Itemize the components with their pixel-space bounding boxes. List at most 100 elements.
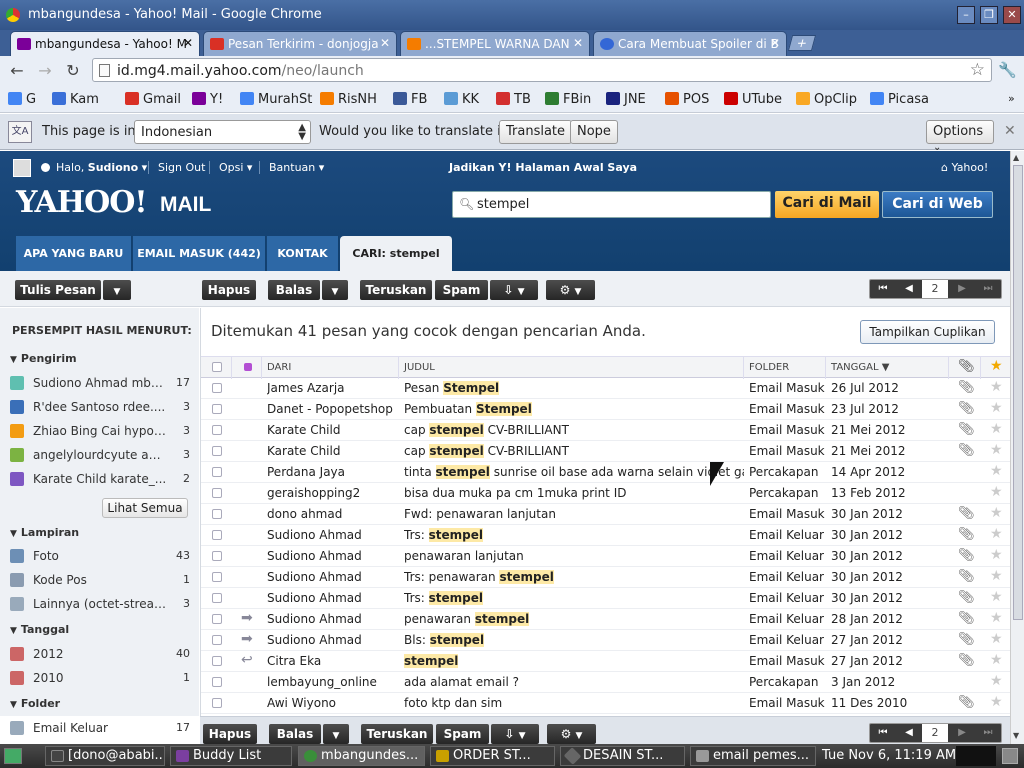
minimize-icon[interactable]: – (957, 6, 975, 24)
browser-tab-gmail[interactable]: Pesan Terkirim - donjogja ✕ (203, 31, 397, 56)
spam-button[interactable]: Spam (435, 280, 488, 300)
message-checkbox[interactable] (212, 488, 222, 498)
bookmark-item[interactable]: Kam (52, 92, 99, 107)
back-icon[interactable]: ← (6, 61, 28, 81)
sender-filter-item[interactable]: Karate Child karate_... 2 (10, 470, 190, 490)
bookmark-item[interactable]: JNE (606, 92, 646, 107)
see-all-button[interactable]: Lihat Semua (102, 498, 188, 518)
address-bar[interactable]: id.mg4.mail.yahoo.com/neo/launch ☆ (92, 58, 992, 82)
column-folder[interactable]: FOLDER (749, 362, 789, 373)
first-page-icon[interactable]: ⏮ (870, 724, 896, 742)
sign-out-link[interactable]: Sign Out (158, 161, 205, 174)
search-input[interactable]: 🔍︎ stempel (452, 191, 771, 218)
message-row[interactable]: geraishopping2 bisa dua muka pa cm 1muka … (201, 483, 1011, 504)
message-checkbox[interactable] (212, 509, 222, 519)
page-scrollbar[interactable]: ▲ ▼ (1010, 151, 1024, 744)
browser-tab-blogger[interactable]: ...STEMPEL WARNA DAN ✕ (400, 31, 590, 56)
show-desktop-icon[interactable] (4, 748, 22, 764)
browser-tab-spoiler[interactable]: Cara Membuat Spoiler di B ✕ (593, 31, 787, 56)
taskbar-item-terminal[interactable]: [dono@ababi... (45, 746, 165, 766)
star-column-icon[interactable]: ★ (990, 358, 1003, 374)
message-row[interactable]: dono ahmad Fwd: penawaran lanjutan Email M… (201, 504, 1011, 525)
star-icon[interactable]: ★ (990, 694, 1003, 710)
message-checkbox[interactable] (212, 698, 222, 708)
bantuan-menu[interactable]: Bantuan ▾ (269, 161, 324, 174)
close-tab-icon[interactable]: ✕ (380, 36, 390, 50)
attachment-filter-item[interactable]: Foto 43 (10, 547, 190, 567)
message-row[interactable]: Perdana Jaya tinta stempel sunrise oil ba… (201, 462, 1011, 483)
url-text[interactable]: id.mg4.mail.yahoo.com/neo/launch (117, 63, 364, 79)
reload-icon[interactable]: ↻ (62, 61, 84, 81)
star-icon[interactable]: ★ (990, 484, 1003, 500)
star-icon[interactable]: ★ (990, 505, 1003, 521)
message-checkbox[interactable] (212, 635, 222, 645)
message-checkbox[interactable] (212, 677, 222, 687)
sender-filter-item[interactable]: R'dee Santoso rdee.... 3 (10, 398, 190, 418)
taskbar-item-chrome[interactable]: mbangundes... (298, 746, 425, 766)
star-icon[interactable]: ★ (990, 610, 1003, 626)
forward-button[interactable]: Teruskan (361, 724, 433, 744)
attachment-column-icon[interactable]: 📎︎ (958, 359, 975, 374)
star-icon[interactable]: ★ (990, 631, 1003, 647)
star-icon[interactable]: ★ (990, 400, 1003, 416)
forward-button[interactable]: Teruskan (360, 280, 432, 300)
close-infobar-icon[interactable]: ✕ (1004, 123, 1016, 139)
prev-page-icon[interactable]: ◀ (896, 724, 922, 742)
column-from[interactable]: DARI (267, 362, 291, 373)
bookmark-item[interactable]: Y! (192, 92, 223, 107)
column-subject[interactable]: JUDUL (404, 362, 435, 373)
folder-filter-item[interactable]: Email Keluar 17 (10, 719, 190, 739)
wrench-menu-icon[interactable]: 🔧 (998, 61, 1017, 79)
status-dot-icon[interactable] (41, 163, 50, 172)
message-checkbox[interactable] (212, 383, 222, 393)
star-icon[interactable]: ★ (990, 547, 1003, 563)
homepage-link[interactable]: Jadikan Y! Halaman Awal Saya (449, 161, 637, 174)
show-preview-button[interactable]: Tampilkan Cuplikan (860, 320, 995, 344)
delete-button[interactable]: Hapus (203, 724, 257, 744)
message-row[interactable]: Sudiono Ahmad Trs: stempel Email Keluar 30 … (201, 588, 1011, 609)
sender-filter-item[interactable]: Zhiao Bing Cai hypot... 3 (10, 422, 190, 442)
bookmarks-overflow-icon[interactable]: » (1008, 92, 1015, 105)
compose-dropdown-button[interactable]: ▼ (103, 280, 131, 300)
bookmark-item[interactable]: TB (496, 92, 531, 107)
forward-icon[interactable]: → (34, 61, 56, 81)
message-checkbox[interactable] (212, 551, 222, 561)
message-row[interactable]: lembayung_online ada alamat email ? Percak… (201, 672, 1011, 693)
date-section-title[interactable]: ▼ Tanggal (10, 623, 69, 636)
attachment-filter-item[interactable]: Lainnya (octet-stream) 3 (10, 595, 190, 615)
date-filter-item[interactable]: 2012 40 (10, 645, 190, 665)
language-select[interactable]: Indonesian ▲ ▼ (134, 120, 311, 144)
system-tray[interactable] (956, 746, 996, 766)
page-number[interactable]: 2 (922, 724, 948, 742)
move-button[interactable]: ⇩ ▼ (491, 724, 539, 744)
last-page-icon[interactable]: ⏭ (975, 724, 1001, 742)
message-row[interactable]: Karate Child cap stempel CV-BRILLIANT Emai… (201, 441, 1011, 462)
message-checkbox[interactable] (212, 656, 222, 666)
bookmark-item[interactable]: RisNH (320, 92, 377, 107)
clock[interactable]: Tue Nov 6, 11:19 AM (822, 748, 956, 763)
avatar[interactable] (13, 159, 31, 177)
message-row[interactable]: Sudiono Ahmad Trs: penawaran stempel Email… (201, 567, 1011, 588)
star-icon[interactable]: ★ (990, 568, 1003, 584)
star-icon[interactable]: ★ (990, 379, 1003, 395)
delete-button[interactable]: Hapus (202, 280, 256, 300)
next-page-icon[interactable]: ▶ (949, 724, 975, 742)
taskbar-item-buddy-list[interactable]: Buddy List (170, 746, 292, 766)
scroll-down-icon[interactable]: ▼ (1013, 731, 1019, 740)
select-all-checkbox[interactable] (212, 362, 222, 372)
first-page-icon[interactable]: ⏮ (870, 280, 896, 298)
message-checkbox[interactable] (212, 572, 222, 582)
message-checkbox[interactable] (212, 593, 222, 603)
message-row[interactable]: ➡ Sudiono Ahmad Bls: stempel Email Keluar 27… (201, 630, 1011, 651)
taskbar-item-email[interactable]: email pemes... (690, 746, 816, 766)
taskbar-item-order[interactable]: ORDER ST... (430, 746, 555, 766)
star-icon[interactable]: ★ (990, 589, 1003, 605)
settings-menu-button[interactable]: ⚙ ▼ (547, 724, 596, 744)
scrollbar-thumb[interactable] (1013, 165, 1023, 620)
settings-menu-button[interactable]: ⚙ ▼ (546, 280, 595, 300)
close-tab-icon[interactable]: ✕ (770, 36, 780, 50)
bookmark-item[interactable]: UTube (724, 92, 782, 107)
message-checkbox[interactable] (212, 467, 222, 477)
message-checkbox[interactable] (212, 614, 222, 624)
bookmark-item[interactable]: POS (665, 92, 709, 107)
